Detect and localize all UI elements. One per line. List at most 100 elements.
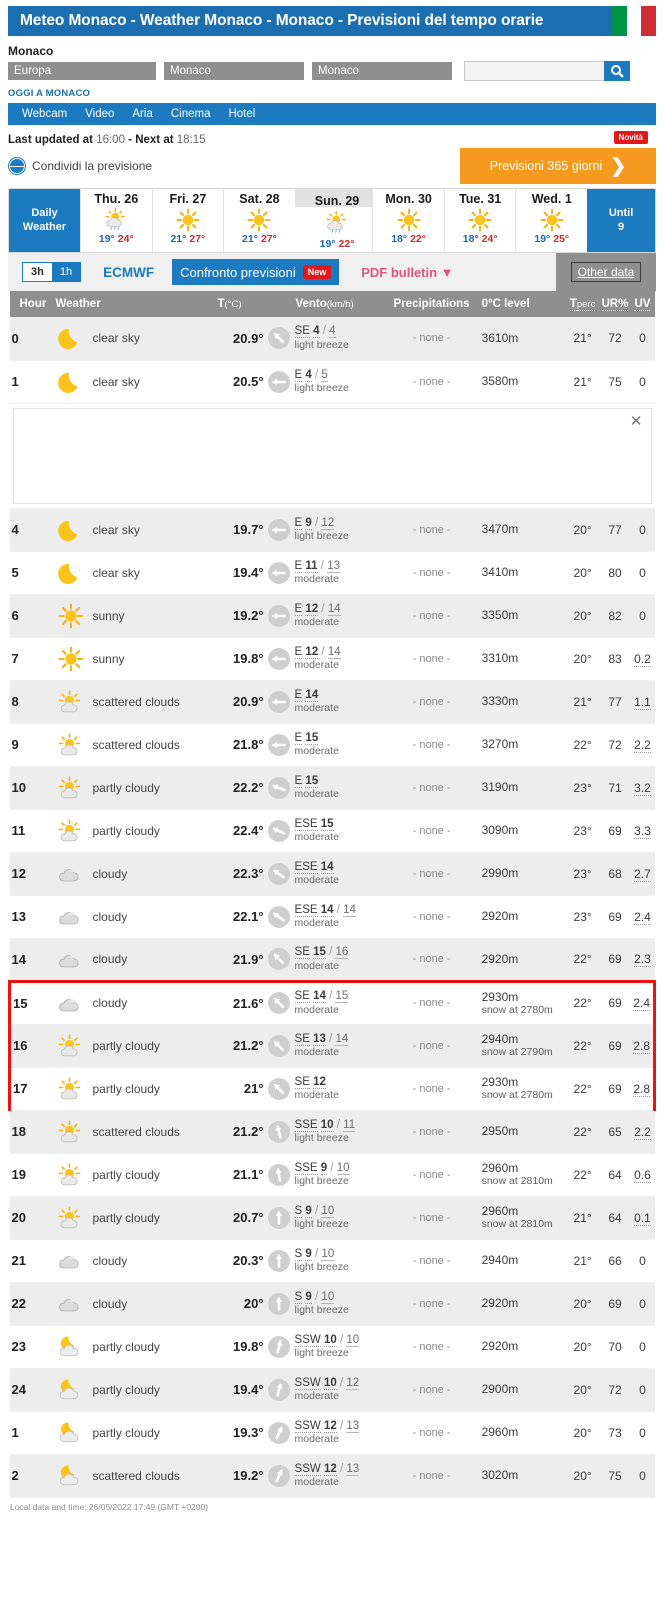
table-row[interactable]: 23 partly cloudy 19.8° SSW 10 / 10 light bre… [9,1325,655,1369]
table-row[interactable]: 14 cloudy 21.9° SE 15 / 16 moderate - none -2… [9,938,655,982]
table-row[interactable]: 0 clear sky 20.9° SE 4 / 4 light breeze - non… [9,317,655,361]
cell-zero-level: 3020m [479,1454,566,1498]
cell-weather: partly cloudy [53,766,194,810]
cell-humidity: 71 [599,766,631,810]
sun-cloud-rain-icon [106,208,126,230]
nav-item-cinema[interactable]: Cinema [171,108,211,120]
table-row[interactable]: 5 clear sky 19.4° E 11 / 13 moderate - none -… [9,551,655,595]
continent-select[interactable]: Europa [8,62,156,80]
moon-cloud-icon [59,1422,78,1443]
sun-cloud-icon [56,1032,86,1060]
table-row[interactable]: 4 clear sky 19.7° E 9 / 12 light breeze - non… [9,508,655,552]
city-select[interactable]: Monaco [312,62,452,80]
table-row[interactable]: 9 scattered clouds 21.8° E 15 moderate - none… [9,723,655,767]
interval-toggle[interactable]: 3h 1h [22,262,82,282]
moon-cloud-icon [56,1419,86,1447]
cell-tperc: 22° [565,1110,600,1154]
promo-new-badge: Novità [613,131,648,144]
wind-direction-arrow-icon [274,1167,282,1182]
table-row[interactable]: 2 scattered clouds 19.2° SSW 12 / 13 moderat… [9,1454,655,1498]
weather-description: scattered clouds [92,694,180,709]
table-row[interactable]: 11 partly cloudy 22.4° ESE 15 moderate - none… [9,809,655,853]
weather-description: partly cloudy [92,1425,160,1440]
table-row[interactable]: 12 cloudy 22.3° ESE 14 moderate - none -2990m… [9,852,655,896]
country-select[interactable]: Monaco [164,62,304,80]
table-row[interactable]: 20 partly cloudy 20.7° S 9 / 10 light breeze… [9,1196,655,1240]
search-button[interactable] [604,61,630,81]
until-9-label[interactable]: Until 9 [587,189,656,252]
table-row[interactable]: 1 clear sky 20.5° E 4 / 5 light breeze - none… [9,360,655,404]
zero-level-value: 2920m [481,1296,519,1311]
day-column-2[interactable]: Sat. 28 21° 27° [223,189,295,252]
interval-1h-option[interactable]: 1h [51,263,81,281]
day-column-6[interactable]: Wed. 1 19° 25° [515,189,587,252]
zero-level-value: 2940m [481,1253,519,1268]
day-min-temp: 19° [534,233,551,245]
nav-item-aria[interactable]: Aria [132,108,152,120]
until-label-line2: 9 [617,220,625,233]
pdf-bulletin-dropdown[interactable]: PDF bulletin ▼ [361,265,453,280]
cell-weather: scattered clouds [53,1110,194,1154]
sun-cloud-icon [58,1119,80,1142]
compare-forecasts-button[interactable]: Confronto previsioni New [172,259,340,285]
cell-humidity: 75 [599,360,631,404]
day-column-0[interactable]: Thu. 26 19° 24° [80,189,152,252]
promo-365-button[interactable]: Previsioni 365 giorni ❯ Novità [460,131,656,184]
cell-tperc: 23° [565,766,600,810]
wind-direction: SE [294,1075,310,1089]
sun-cloud-icon [58,1033,80,1056]
share-forecast-link[interactable]: Condividi la previsione [32,159,152,173]
table-row[interactable]: 22 cloudy 20° S 9 / 10 light breeze - none -2… [9,1282,655,1326]
cell-temperature: 22.4° [193,809,266,853]
day-name: Thu. 26 [94,192,139,206]
table-row[interactable]: 15 cloudy 21.6° SE 14 / 15 moderate - none -2… [8,979,657,1025]
interval-3h-option[interactable]: 3h [23,263,52,281]
table-row[interactable]: 1 partly cloudy 19.3° SSW 12 / 13 moderate - … [9,1411,655,1455]
table-row[interactable]: 7 sunny 19.8° E 12 / 14 moderate - none -3310… [9,637,655,681]
cell-wind: ESE 14 / 14 moderate [265,895,384,939]
close-icon[interactable]: ✕ [630,414,643,429]
table-row[interactable]: 8 scattered clouds 20.9° E 14 moderate - none… [9,680,655,724]
weather-description: partly cloudy [92,1339,160,1354]
cell-tperc: 23° [565,809,600,853]
weather-description: partly cloudy [92,1382,160,1397]
search-input[interactable] [464,61,604,81]
table-row[interactable]: 13 cloudy 22.1° ESE 14 / 14 moderate - none -… [9,895,655,939]
wind-gust: 14 [327,602,341,616]
model-ecmwf-link[interactable]: ECMWF [103,265,154,280]
nav-item-hotel[interactable]: Hotel [228,108,255,120]
nav-item-webcam[interactable]: Webcam [22,108,67,120]
wind-arrow-badge [267,518,290,541]
day-column-5[interactable]: Tue. 31 18° 24° [443,189,516,252]
day-column-1[interactable]: Fri. 27 21° 27° [151,189,224,252]
table-row[interactable]: 21 cloudy 20.3° S 9 / 10 light breeze - none … [9,1239,655,1283]
table-row[interactable]: 16 partly cloudy 21.2° SE 13 / 14 moderate - … [8,1024,657,1068]
table-row[interactable]: 19 partly cloudy 21.1° SSE 9 / 10 light bree… [9,1153,655,1197]
other-data-button[interactable]: Other data [570,262,642,282]
sun-cloud-icon [56,774,86,802]
cell-zero-level: 3350m [479,594,566,638]
cell-zero-level: 3410m [479,551,566,595]
col-header-tperc: Tperc [565,291,600,317]
table-row[interactable]: 6 sunny 19.2° E 12 / 14 moderate - none -3350… [9,594,655,638]
moon-cloud-icon [59,1465,78,1486]
daily-weather-label[interactable]: Daily Weather [9,189,80,252]
table-row[interactable]: 18 scattered clouds 21.2° SSE 10 / 11 light … [9,1110,655,1154]
day-column-4[interactable]: Mon. 30 18° 22° [372,189,444,252]
day-column-3[interactable]: Sun. 29 19° 22° [294,189,373,250]
cell-zero-level: 2920m [479,1325,566,1369]
sun-cloud-icon [58,732,80,755]
cell-uv: 0 [630,1368,655,1412]
table-row[interactable]: 17 partly cloudy 21° SE 12 moderate - none -2… [8,1067,657,1111]
cell-wind: E 12 / 14 moderate [265,594,384,638]
nav-item-video[interactable]: Video [85,108,114,120]
cell-humidity: 75 [599,1454,631,1498]
table-row[interactable]: 24 partly cloudy 19.4° SSW 10 / 12 moderate -… [9,1368,655,1412]
compare-new-badge: New [302,265,332,279]
sun-cloud-icon [58,1076,80,1099]
moon-cloud-icon [59,1379,78,1400]
table-row[interactable]: 10 partly cloudy 22.2° E 15 moderate - none -… [9,766,655,810]
wind-gust: 13 [346,1462,360,1476]
col-header-tperc-main: T [569,298,577,311]
wind-speed: 12 [323,1419,337,1433]
